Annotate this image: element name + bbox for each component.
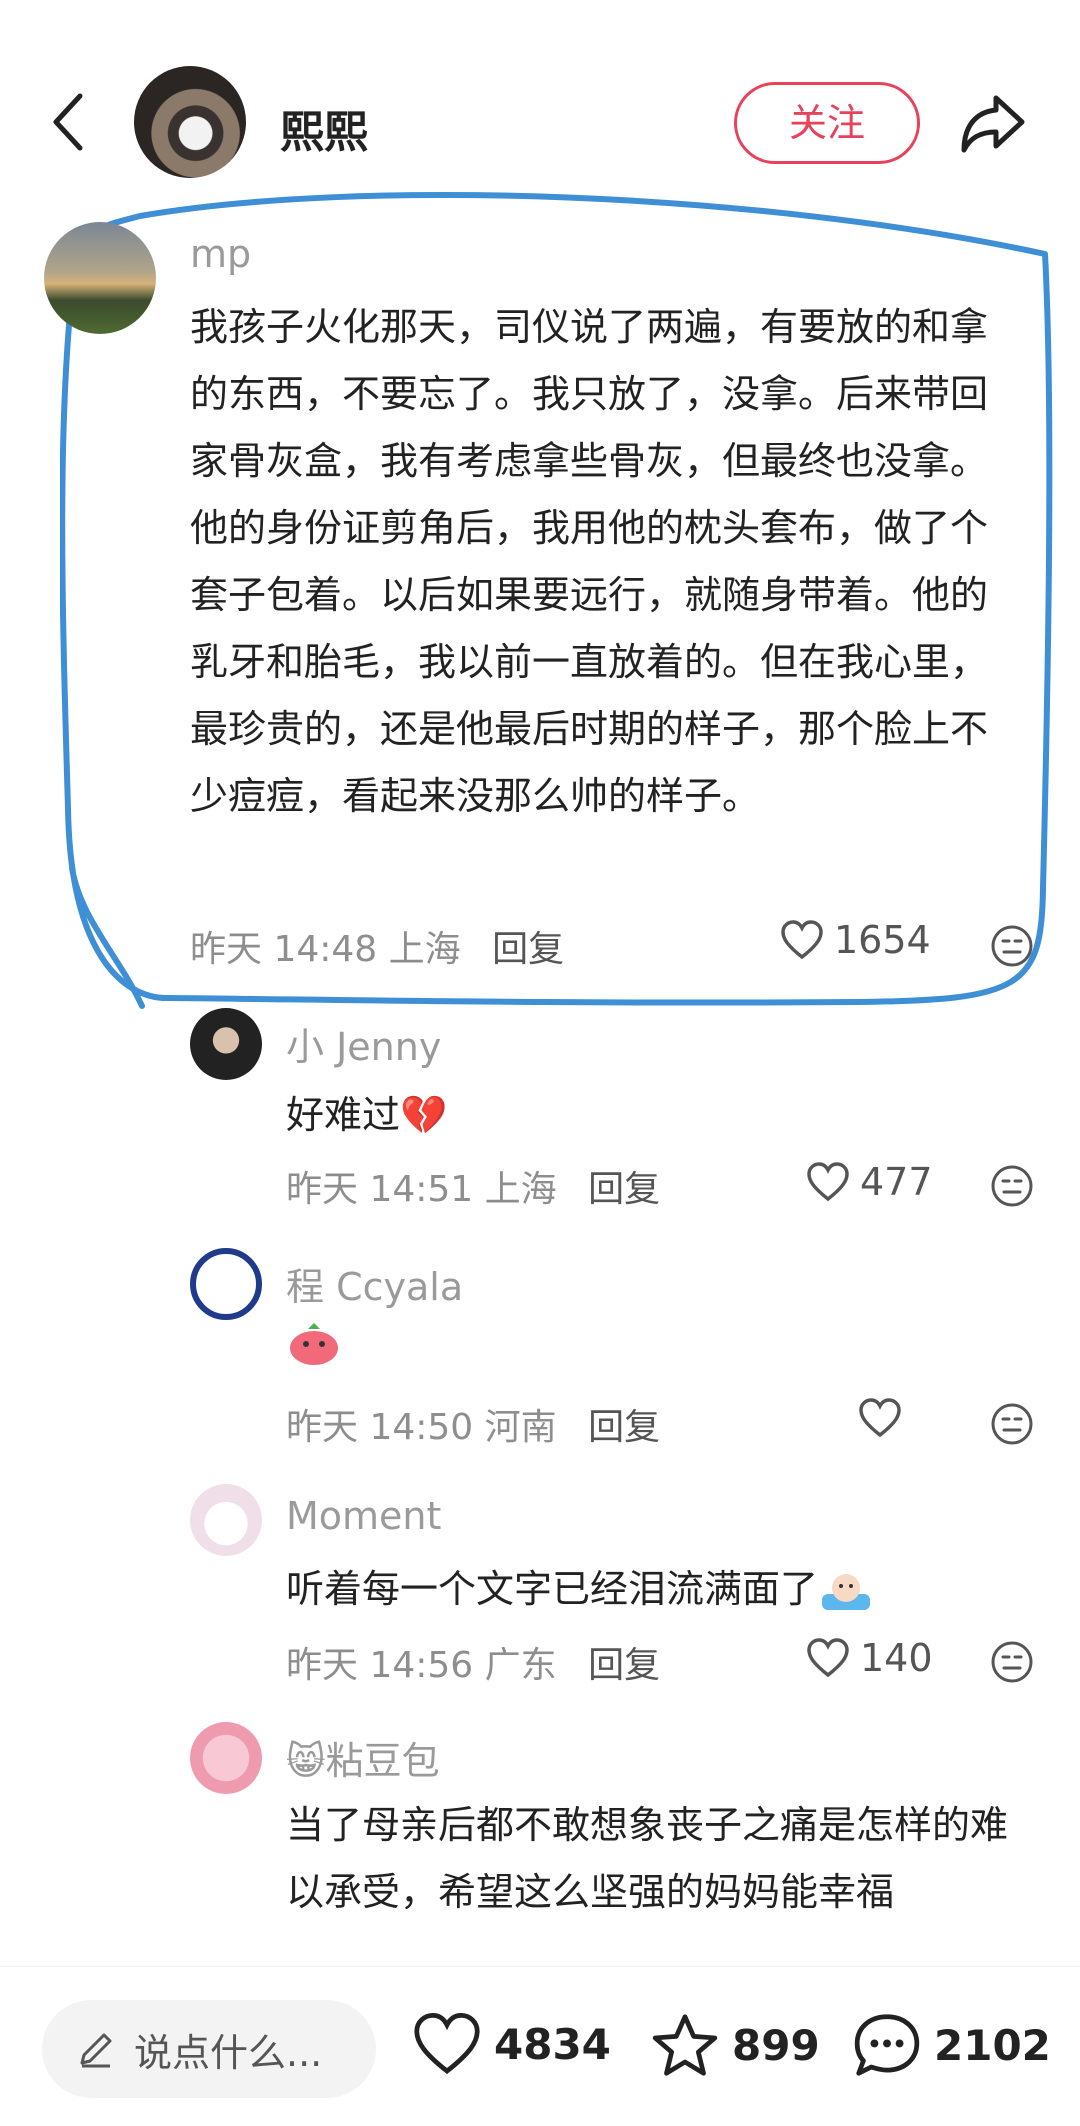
comment-time: 昨天 14:56 [286,1645,474,1686]
heart-icon [781,920,823,960]
comment-like-button[interactable]: 477 [806,1160,933,1204]
comment-avatar[interactable] [190,1722,262,1794]
dislike-face-icon[interactable] [990,1164,1034,1208]
comment-username[interactable]: mp [190,232,251,276]
comment-text[interactable]: 听着每一个文字已经泪流满面了 [286,1556,874,1623]
pink-face-sticker [286,1320,342,1368]
heart-icon [859,1398,901,1438]
comment-text[interactable]: 好难过💔 [286,1082,447,1149]
star-icon [652,2014,718,2076]
back-button[interactable] [48,92,88,152]
comment-avatar[interactable] [190,1248,262,1320]
post-like-count: 4834 [494,2019,611,2069]
dislike-face-icon[interactable] [990,1640,1034,1684]
reply-button[interactable]: 回复 [588,1169,660,1210]
crying-sticker-icon [822,1573,871,1610]
like-post-button[interactable]: 4834 [412,2012,611,2076]
comment-username[interactable]: Moment [286,1494,441,1538]
comment-post-button[interactable]: 2102 [852,2012,1051,2078]
comment-username[interactable]: 😸粘豆包 [286,1730,440,1785]
comment-avatar[interactable] [44,222,156,334]
comment-text-body: 听着每一个文字已经泪流满面了 [286,1567,819,1611]
comment-bubble-icon [854,2014,920,2076]
comment-time: 昨天 14:48 [190,929,378,970]
favorite-post-button[interactable]: 899 [650,2012,820,2078]
comment-like-button[interactable] [858,1398,902,1438]
heart-icon [807,1638,849,1678]
like-count: 477 [860,1160,933,1204]
comment-text-body: 好难过 [286,1093,401,1137]
broken-heart-emoji: 💔 [400,1093,448,1137]
comment-username[interactable]: 小 Jenny [286,1016,441,1071]
comment-text[interactable]: 我孩子火化那天，司仪说了两遍，有要放的和拿的东西，不要忘了。我只放了，没拿。后来… [190,294,1020,830]
pencil-icon [80,2033,112,2068]
comment-avatar[interactable] [190,1484,262,1556]
comment-location: 上海 [484,1169,557,1210]
comment-username-text: 粘豆包 [325,1739,440,1783]
post-favorite-count: 899 [732,2020,820,2070]
reply-button[interactable]: 回复 [588,1645,660,1686]
comment-avatar[interactable] [190,1008,262,1080]
like-count: 140 [860,1636,933,1680]
comment-meta: 昨天 14:56 广东 回复 [286,1636,660,1688]
comment-input-placeholder: 说点什么... [134,2030,323,2075]
comment-meta: 昨天 14:48 上海 回复 [190,920,564,972]
share-button[interactable] [958,90,1028,156]
chevron-left-icon [53,93,83,151]
dislike-face-icon[interactable] [990,1402,1034,1446]
heart-icon [807,1162,849,1202]
comment-text[interactable]: 当了母亲后都不敢想象丧子之痛是怎样的难以承受，希望这么坚强的妈妈能幸福 [286,1792,1026,1962]
comment-location: 河南 [484,1407,557,1448]
heart-icon [414,2012,480,2075]
comment-location: 广东 [484,1645,557,1686]
comment-username[interactable]: 程 Ccyala [286,1256,463,1311]
reply-button[interactable]: 回复 [588,1407,660,1448]
cat-emoji: 😸 [286,1739,326,1783]
comment-meta: 昨天 14:51 上海 回复 [286,1160,660,1212]
comment-time: 昨天 14:51 [286,1169,474,1210]
comment-location: 上海 [388,929,461,970]
comment-like-button[interactable]: 1654 [780,918,931,962]
share-arrow-icon [961,95,1025,153]
comment-meta: 昨天 14:50 河南 回复 [286,1398,660,1450]
author-avatar[interactable] [134,66,246,178]
comment-like-button[interactable]: 140 [806,1636,933,1680]
dislike-face-icon[interactable] [990,924,1034,968]
follow-button[interactable]: 关注 [734,82,920,164]
reply-button[interactable]: 回复 [492,929,564,970]
comment-input[interactable]: 说点什么... [42,2000,376,2098]
post-comment-count: 2102 [934,2020,1051,2070]
like-count: 1654 [834,918,931,962]
comment-time: 昨天 14:50 [286,1407,474,1448]
author-name[interactable]: 熙熙 [280,96,368,160]
